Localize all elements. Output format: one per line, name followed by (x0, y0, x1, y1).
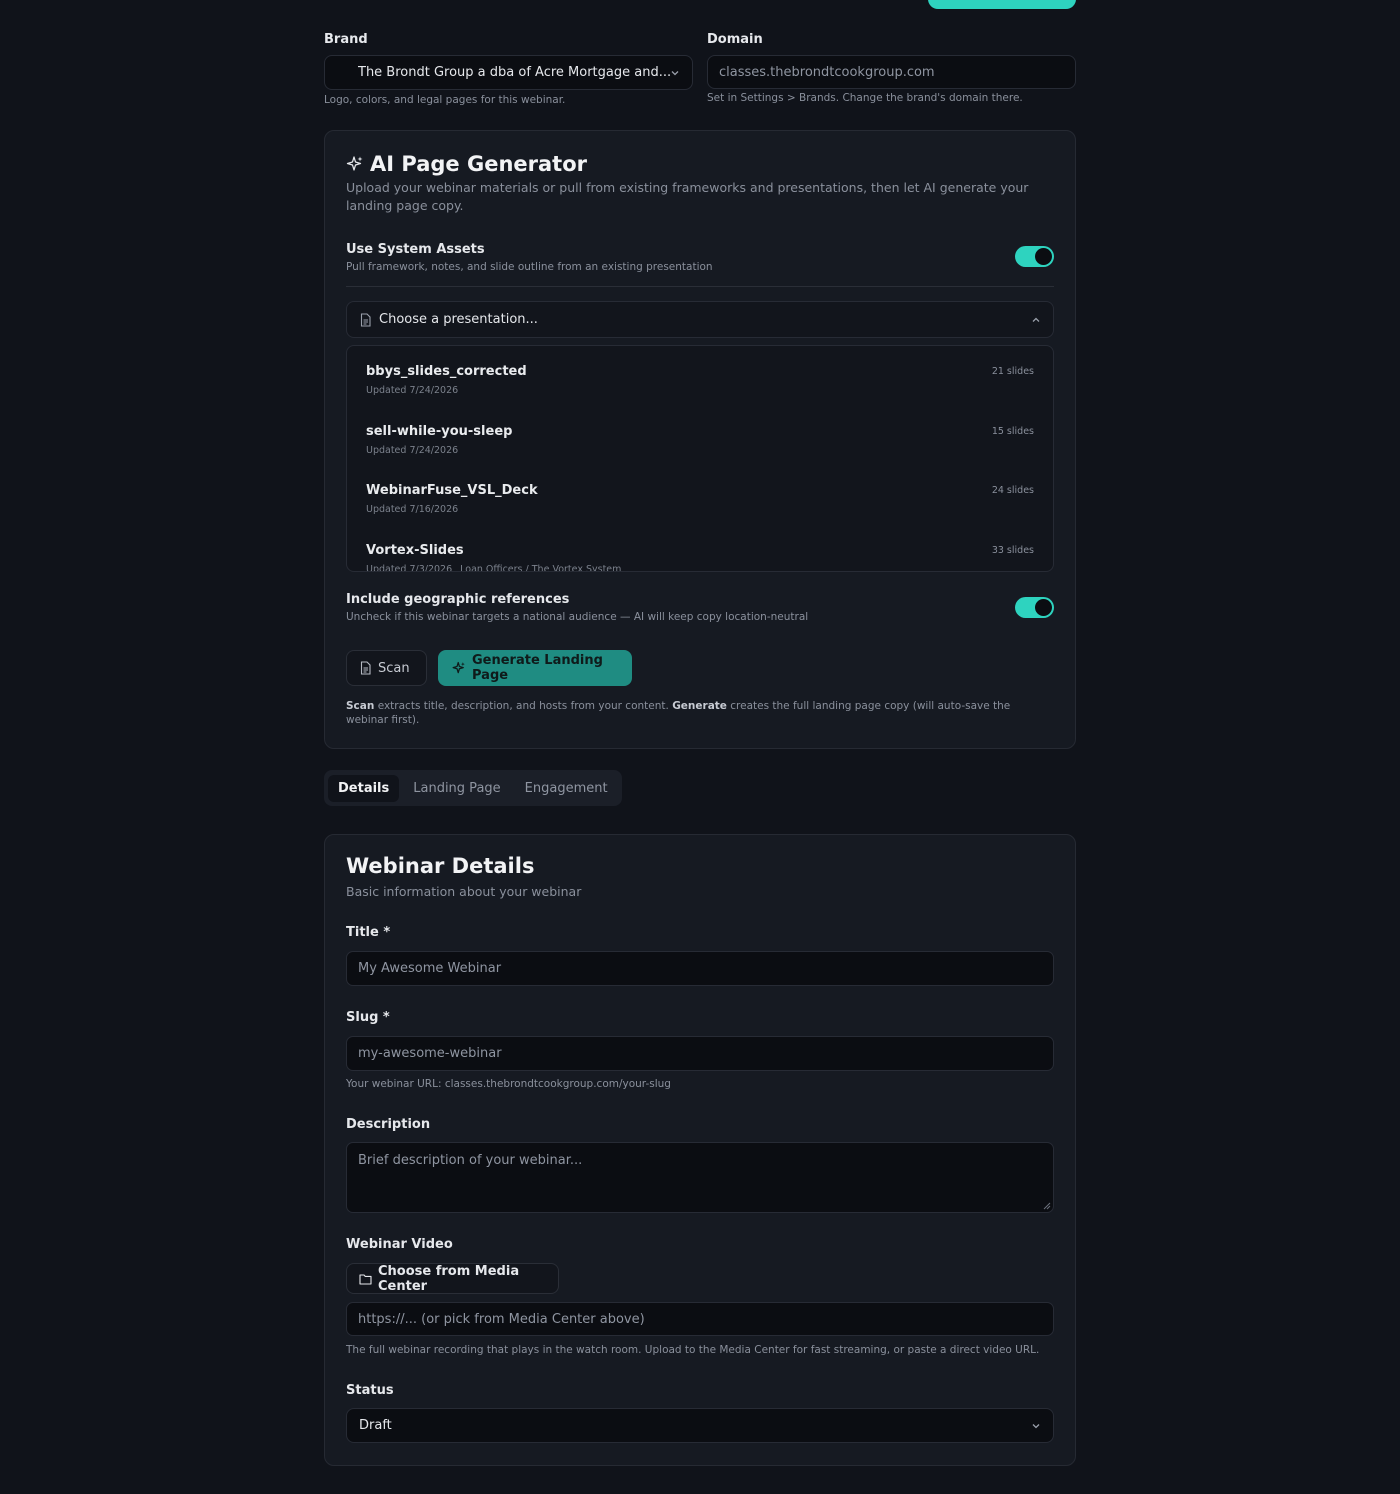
presentation-name: sell-while-you-sleep (366, 424, 513, 439)
folder-icon (359, 1273, 372, 1285)
slide-count: 24 slides (991, 485, 1034, 496)
description-field-label: Description (346, 1117, 431, 1132)
tab-landing-page[interactable]: Landing Page (403, 775, 510, 802)
presentation-updated: Updated 7/16/2026 (366, 504, 459, 515)
title-input[interactable]: My Awesome Webinar (346, 951, 1054, 986)
slug-field-label: Slug * (346, 1010, 390, 1025)
sparkles-icon (346, 155, 364, 173)
presentation-list[interactable]: bbys_slides_corrected Updated 7/24/2026 … (346, 345, 1054, 572)
domain-value: classes.thebrondtcookgroup.com (719, 64, 935, 80)
presentation-name: bbys_slides_corrected (366, 364, 527, 379)
slug-input[interactable]: my-awesome-webinar (346, 1036, 1054, 1071)
video-label: Webinar Video (346, 1237, 453, 1252)
toggle-knob (1035, 599, 1052, 616)
geo-refs-hint: Uncheck if this webinar targets a nation… (346, 611, 809, 623)
tab-engagement[interactable]: Engagement (515, 775, 618, 802)
chevron-down-icon (670, 68, 680, 78)
brand-select[interactable]: The Brondt Group a dba of Acre Mortgage … (324, 55, 693, 90)
tab-bar: Details Landing Page Engagement (324, 770, 622, 806)
status-select[interactable]: Draft (346, 1408, 1054, 1443)
footnote-generate: Generate (672, 700, 727, 712)
use-system-assets-label: Use System Assets (346, 242, 485, 257)
presentation-updated: Updated 7/24/2026 (366, 445, 459, 456)
generate-landing-page-button[interactable]: Generate Landing Page (438, 650, 632, 686)
choose-media-label: Choose from Media Center (378, 1263, 520, 1294)
brand-label: Brand (324, 32, 368, 47)
title-input-placeholder: My Awesome Webinar (358, 961, 502, 976)
description-textarea[interactable]: Brief description of your webinar... (346, 1142, 1054, 1213)
geo-refs-label: Include geographic references (346, 592, 570, 607)
presentation-select-placeholder: Choose a presentation... (379, 312, 538, 327)
ai-generator-description: Upload your webinar materials or pull fr… (346, 180, 1029, 213)
choose-media-button[interactable]: Choose from Media Center (346, 1263, 559, 1294)
presentation-updated: Updated 7/24/2026 (366, 385, 459, 396)
status-selected-value: Draft (359, 1418, 392, 1433)
divider (346, 286, 1054, 287)
brand-selected-value: The Brondt Group a dba of Acre Mortgage … (358, 65, 670, 80)
document-icon (359, 312, 372, 327)
presentation-updated: Updated 7/3/2026 (366, 564, 453, 572)
list-item[interactable]: WebinarFuse_VSL_Deck Updated 7/16/2026 2… (347, 466, 1053, 526)
ai-generator-card: AI Page Generator Upload your webinar ma… (324, 130, 1076, 749)
domain-label: Domain (707, 32, 763, 47)
status-label: Status (346, 1383, 394, 1398)
scan-button-label: Scan (378, 660, 410, 676)
list-item[interactable]: bbys_slides_corrected Updated 7/24/2026 … (347, 346, 1053, 406)
brand-hint: Logo, colors, and legal pages for this w… (324, 94, 566, 106)
description-placeholder: Brief description of your webinar... (358, 1153, 583, 1168)
presentation-updated-row: Updated 7/3/2026 Loan Officers / The Vor… (366, 564, 622, 572)
slide-count: 33 slides (991, 545, 1034, 556)
toggle-knob (1035, 248, 1052, 265)
list-item[interactable]: Vortex-Slides Updated 7/3/2026 Loan Offi… (347, 526, 1053, 572)
chevron-down-icon (1031, 1421, 1041, 1431)
sparkles-icon (452, 661, 466, 675)
chevron-up-icon (1031, 315, 1041, 325)
video-url-input[interactable]: https://... (or pick from Media Center a… (346, 1302, 1054, 1336)
document-icon (359, 661, 372, 675)
slide-count: 21 slides (991, 366, 1034, 377)
slug-input-placeholder: my-awesome-webinar (358, 1046, 502, 1061)
webinar-details-card: Webinar Details Basic information about … (324, 834, 1076, 1466)
scan-button[interactable]: Scan (346, 650, 427, 686)
use-system-assets-hint: Pull framework, notes, and slide outline… (346, 261, 713, 273)
slide-count: 15 slides (991, 426, 1034, 437)
presentation-name: WebinarFuse_VSL_Deck (366, 483, 538, 498)
resize-handle-icon[interactable] (1043, 1202, 1051, 1210)
footnote-scan: Scan (346, 700, 375, 712)
geo-refs-toggle[interactable] (1015, 597, 1054, 618)
video-url-placeholder: https://... (or pick from Media Center a… (358, 1311, 645, 1327)
details-subtitle: Basic information about your webinar (346, 884, 582, 899)
slug-hint: Your webinar URL: classes.thebrondtcookg… (346, 1078, 671, 1090)
generator-footnote: Scan extracts title, description, and ho… (346, 699, 1046, 727)
top-action-button[interactable] (928, 0, 1076, 9)
presentation-extra: Loan Officers / The Vortex System (460, 564, 622, 572)
ai-generator-title: AI Page Generator (370, 152, 587, 176)
presentation-select[interactable]: Choose a presentation... (346, 301, 1054, 338)
tab-details[interactable]: Details (328, 774, 400, 802)
use-system-assets-toggle[interactable] (1015, 246, 1054, 267)
footnote-scan-text: extracts title, description, and hosts f… (374, 700, 673, 712)
list-item[interactable]: sell-while-you-sleep Updated 7/24/2026 1… (347, 406, 1053, 466)
presentation-name: Vortex-Slides (366, 543, 464, 558)
generate-button-label: Generate Landing Page (472, 653, 603, 683)
domain-hint: Set in Settings > Brands. Change the bra… (707, 92, 1023, 104)
domain-field: classes.thebrondtcookgroup.com (707, 55, 1076, 89)
title-field-label: Title * (346, 925, 391, 940)
video-hint: The full webinar recording that plays in… (346, 1344, 1040, 1356)
details-title: Webinar Details (346, 854, 535, 878)
